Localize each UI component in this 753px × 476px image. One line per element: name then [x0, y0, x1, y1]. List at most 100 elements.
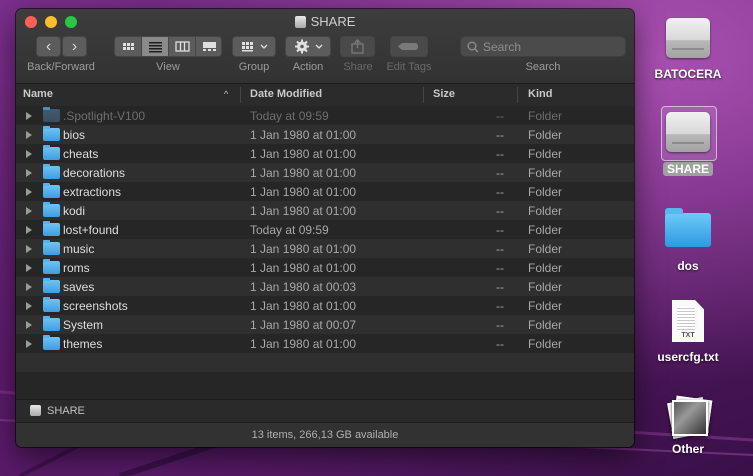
column-kind[interactable]: Kind [528, 88, 552, 100]
table-row[interactable]: extractions 1 Jan 1980 at 01:00 -- Folder [16, 182, 634, 201]
date-modified: 1 Jan 1980 at 01:00 [250, 337, 357, 351]
group-button[interactable] [232, 36, 276, 57]
disclosure-triangle-icon[interactable] [26, 264, 32, 272]
table-row[interactable]: music 1 Jan 1980 at 01:00 -- Folder [16, 239, 634, 258]
column-divider[interactable] [423, 87, 424, 103]
search-placeholder: Search [483, 40, 522, 54]
columns-icon [175, 41, 190, 52]
file-size: -- [496, 337, 504, 351]
column-date-modified[interactable]: Date Modified [250, 88, 322, 100]
search-field[interactable]: Search [460, 36, 626, 57]
disclosure-triangle-icon[interactable] [26, 150, 32, 158]
disclosure-triangle-icon[interactable] [26, 226, 32, 234]
status-bar: 13 items, 266,13 GB available [16, 422, 634, 447]
gallery-view-button[interactable] [196, 37, 223, 56]
folder-icon [43, 145, 60, 160]
folder-icon [43, 335, 60, 350]
desktop-icon-label: Other [671, 442, 704, 456]
column-size[interactable]: Size [433, 88, 455, 100]
file-size: -- [496, 242, 504, 256]
column-view-button[interactable] [169, 37, 196, 56]
table-row[interactable]: screenshots 1 Jan 1980 at 01:00 -- Folder [16, 296, 634, 315]
table-row[interactable]: themes 1 Jan 1980 at 01:00 -- Folder [16, 334, 634, 353]
grid-icon [123, 43, 134, 50]
date-modified: 1 Jan 1980 at 01:00 [250, 242, 357, 256]
file-size: -- [496, 223, 504, 237]
empty-row [16, 372, 634, 391]
gallery-icon [203, 42, 216, 51]
text-lines [677, 306, 695, 330]
column-divider[interactable] [240, 87, 241, 103]
table-row[interactable]: lost+found Today at 09:59 -- Folder [16, 220, 634, 239]
desktop-icon-label: BATOCERA [654, 67, 722, 81]
disclosure-triangle-icon[interactable] [26, 245, 32, 253]
desktop-icon-dos[interactable]: dos [643, 208, 733, 273]
status-text: 13 items, 266,13 GB available [251, 429, 399, 441]
table-row[interactable]: roms 1 Jan 1980 at 01:00 -- Folder [16, 258, 634, 277]
file-name: kodi [63, 204, 86, 218]
date-modified: 1 Jan 1980 at 01:00 [250, 299, 357, 313]
disclosure-triangle-icon[interactable] [26, 340, 32, 348]
file-name: extractions [63, 185, 122, 199]
desktop-icon-label: dos [677, 259, 699, 273]
column-name[interactable]: Name [23, 88, 53, 100]
file-name: bios [63, 128, 86, 142]
file-size: -- [496, 166, 504, 180]
edit-tags-button[interactable] [390, 36, 428, 57]
action-label: Action [292, 61, 324, 73]
forward-button[interactable]: › [62, 36, 87, 57]
back-button[interactable]: ‹ [36, 36, 61, 57]
disclosure-triangle-icon[interactable] [26, 188, 32, 196]
table-row[interactable]: saves 1 Jan 1980 at 00:03 -- Folder [16, 277, 634, 296]
file-extension-badge: TXT [681, 332, 695, 339]
list-view-button[interactable] [142, 37, 169, 56]
drive-icon [666, 18, 710, 58]
disclosure-triangle-icon[interactable] [26, 112, 32, 120]
folder-icon [43, 316, 60, 331]
file-size: -- [496, 128, 504, 142]
disclosure-triangle-icon[interactable] [26, 302, 32, 310]
disclosure-triangle-icon[interactable] [26, 283, 32, 291]
table-row[interactable]: kodi 1 Jan 1980 at 01:00 -- Folder [16, 201, 634, 220]
table-row[interactable]: cheats 1 Jan 1980 at 01:00 -- Folder [16, 144, 634, 163]
table-row[interactable]: .Spotlight-V100 Today at 09:59 -- Folder [16, 106, 634, 125]
file-name: decorations [63, 166, 126, 180]
table-row[interactable]: decorations 1 Jan 1980 at 01:00 -- Folder [16, 163, 634, 182]
table-row[interactable]: bios 1 Jan 1980 at 01:00 -- Folder [16, 125, 634, 144]
file-name: .Spotlight-V100 [63, 109, 146, 123]
column-divider[interactable] [517, 87, 518, 103]
file-name: saves [63, 280, 95, 294]
disclosure-triangle-icon[interactable] [26, 131, 32, 139]
disclosure-triangle-icon[interactable] [26, 321, 32, 329]
desktop-icon-batocera[interactable]: BATOCERA [643, 18, 733, 81]
file-kind: Folder [528, 109, 563, 123]
share-label: Share [343, 61, 373, 73]
date-modified: 1 Jan 1980 at 01:00 [250, 147, 357, 161]
desktop-icon-share[interactable]: SHARE [643, 112, 733, 178]
desktop-icon-other[interactable]: Other [643, 395, 733, 456]
table-row[interactable]: System 1 Jan 1980 at 00:07 -- Folder [16, 315, 634, 334]
disclosure-triangle-icon[interactable] [26, 169, 32, 177]
folder-icon [43, 183, 60, 198]
group-label: Group [238, 61, 270, 73]
file-kind: Folder [528, 204, 563, 218]
folder-icon [43, 297, 60, 312]
edit-tags-label: Edit Tags [386, 61, 432, 73]
window-title: SHARE [16, 14, 634, 29]
gear-icon [295, 39, 323, 54]
date-modified: 1 Jan 1980 at 01:00 [250, 185, 357, 199]
image-stack-icon [667, 395, 713, 439]
file-kind: Folder [528, 242, 563, 256]
action-button[interactable] [285, 36, 331, 57]
path-bar-item[interactable]: SHARE [47, 405, 85, 417]
chevron-right-icon: › [71, 38, 78, 55]
icon-view-button[interactable] [115, 37, 142, 56]
folder-icon [43, 221, 60, 236]
share-button[interactable] [340, 36, 375, 57]
back-forward-label: Back/Forward [27, 61, 95, 73]
folder-icon [43, 164, 60, 179]
desktop-icon-usercfg[interactable]: TXT usercfg.txt [643, 300, 733, 364]
file-size: -- [496, 204, 504, 218]
disclosure-triangle-icon[interactable] [26, 207, 32, 215]
view-label: View [156, 61, 180, 73]
